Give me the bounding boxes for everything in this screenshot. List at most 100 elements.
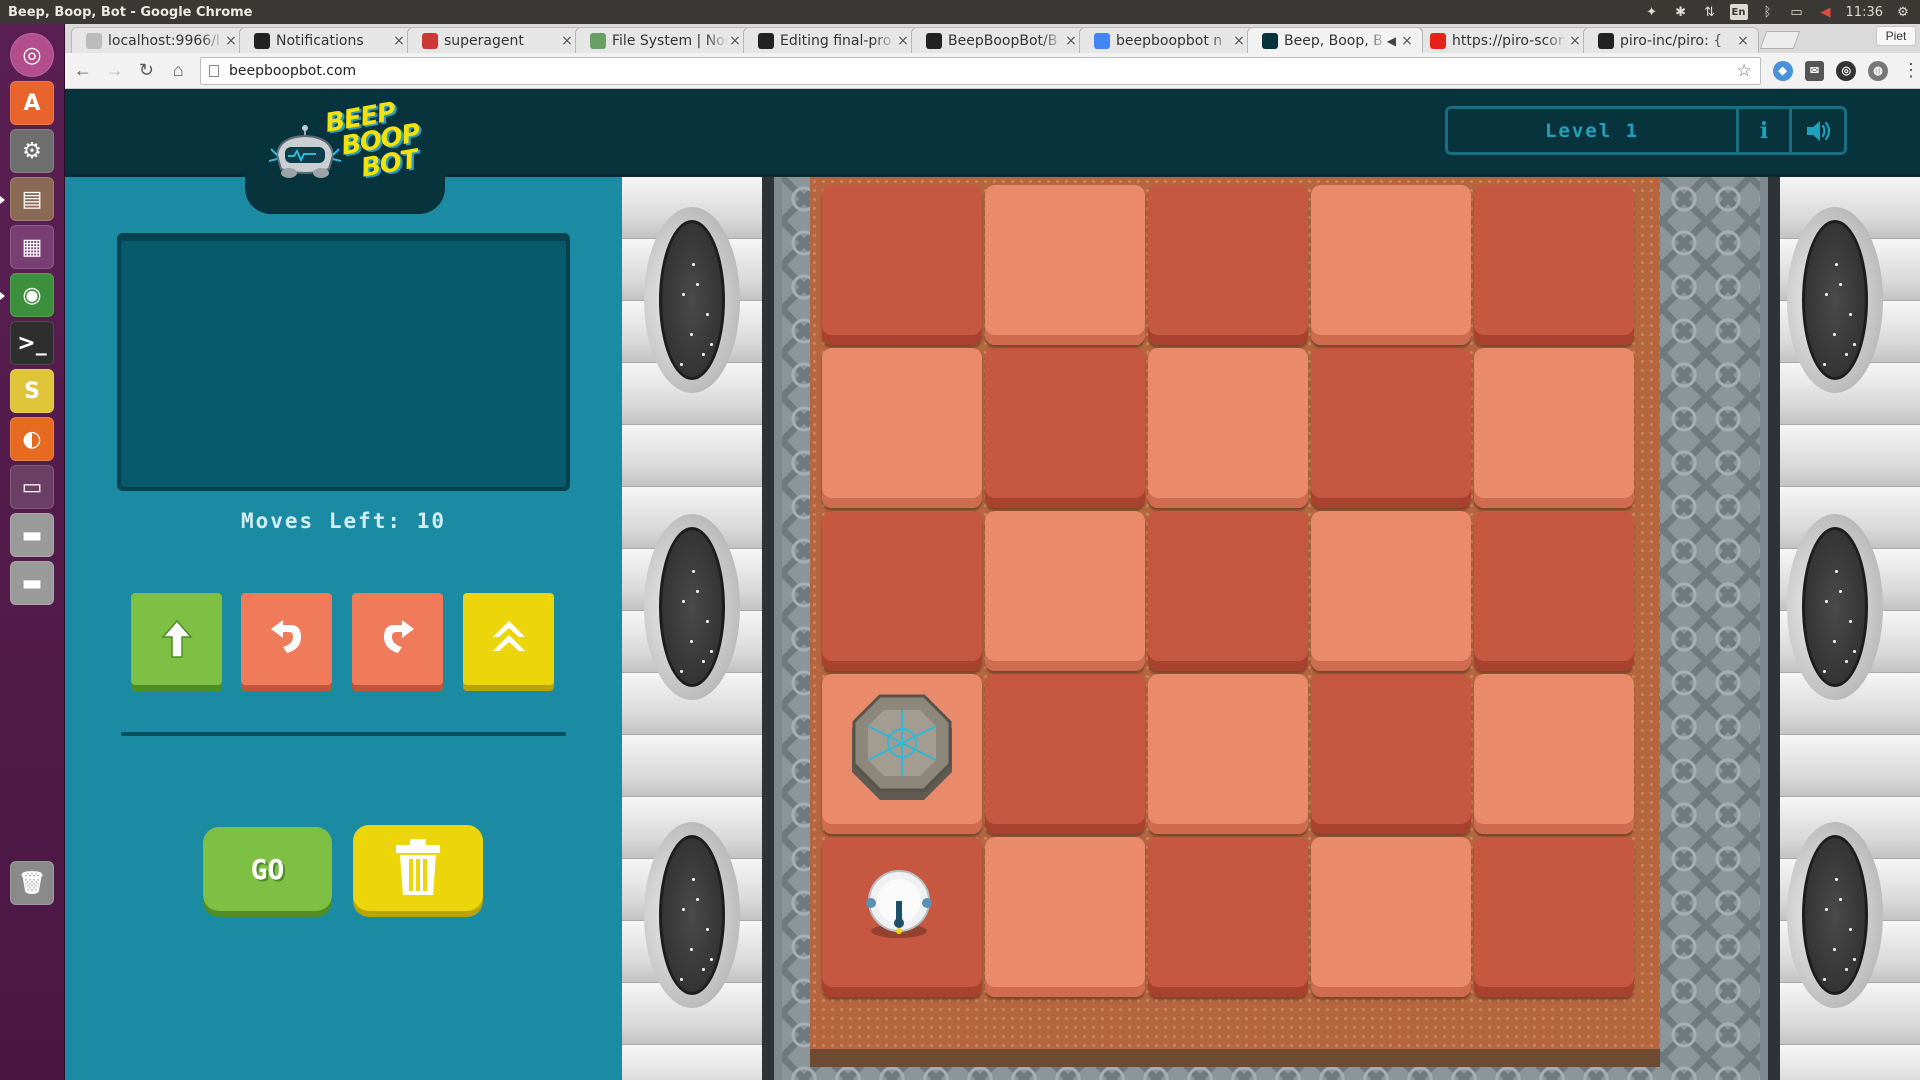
extension-icon-1[interactable]: ◆ — [1772, 60, 1793, 81]
github-favicon-icon — [254, 32, 270, 49]
tab-close-icon[interactable]: × — [224, 33, 238, 49]
slack-icon: S — [10, 369, 54, 413]
board-tile — [822, 348, 982, 508]
tab-close-icon[interactable]: × — [1232, 33, 1246, 49]
tab-audio-icon[interactable]: ◀ — [1387, 34, 1396, 48]
dropbox-icon[interactable]: ✦ — [1643, 4, 1661, 20]
keyboard-layout-indicator[interactable]: En — [1729, 4, 1748, 20]
browser-tab[interactable]: piro-inc/piro: { × — [1583, 27, 1759, 53]
reload-button[interactable]: ↻ — [133, 57, 161, 85]
portal-icon — [1787, 822, 1883, 1008]
session-gear-icon[interactable]: ⚙ — [1894, 4, 1912, 20]
browser-tab[interactable]: File System | Nod × — [575, 27, 751, 53]
chrome-menu-icon[interactable]: ⋮ — [1902, 60, 1920, 81]
info-button[interactable]: i — [1739, 109, 1792, 152]
board-tile — [1474, 837, 1634, 997]
workspace-switcher-launcher-item[interactable]: ▦ — [7, 222, 57, 272]
files-launcher-item[interactable]: ▤ — [7, 174, 57, 224]
tab-close-icon[interactable]: × — [728, 33, 742, 49]
address-bar[interactable]: beepboopbot.com ☆ — [200, 56, 1761, 85]
tab-title: File System | Nod — [612, 32, 728, 49]
back-button[interactable]: ← — [69, 57, 97, 85]
sidebar-divider — [121, 732, 566, 736]
drive-launcher-item[interactable]: ▬ — [7, 510, 57, 560]
turn-left-command-button[interactable] — [241, 593, 332, 685]
tab-close-icon[interactable]: × — [1064, 33, 1078, 49]
jump-command-button[interactable] — [463, 593, 554, 685]
files-icon: ▤ — [10, 177, 54, 221]
browser-tab[interactable]: Notifications × — [239, 27, 415, 53]
tab-title: piro-inc/piro: { — [1620, 32, 1723, 49]
browser-tab[interactable]: superagent × — [407, 27, 583, 53]
tab-title: beepboopbot n — [1116, 32, 1223, 49]
turn-right-command-button[interactable] — [352, 593, 443, 685]
program-queue[interactable] — [117, 233, 570, 491]
go-button[interactable]: GO — [203, 827, 332, 911]
clock[interactable]: 11:36 — [1846, 5, 1883, 20]
trash-icon — [396, 839, 440, 895]
game-logo[interactable]: BEEP BOOP BOT — [245, 89, 445, 214]
double-chevron-up-icon — [492, 621, 525, 651]
settings-daemon-icon[interactable]: ✱ — [1672, 4, 1690, 20]
tab-close-icon[interactable]: × — [1736, 33, 1750, 49]
tab-close-icon[interactable]: × — [896, 33, 910, 49]
portal-hole — [1802, 835, 1868, 995]
network-icon[interactable]: ⇅ — [1701, 4, 1719, 20]
browser-tab[interactable]: localhost:9966/l × — [71, 27, 247, 53]
game-board — [810, 177, 1660, 1067]
star-dot — [1835, 570, 1838, 573]
chrome-launcher-item[interactable]: ◉ — [7, 270, 57, 320]
system-settings-launcher-item[interactable]: ⚙ — [7, 126, 57, 176]
battery-icon[interactable]: ▭ — [1788, 4, 1806, 20]
drive-icon-2-launcher-item[interactable]: ▬ — [7, 558, 57, 608]
bluetooth-icon[interactable]: ᛒ — [1759, 4, 1777, 20]
star-dot — [1839, 283, 1842, 286]
browser-tab[interactable]: Beep, Boop, B ◀ × — [1247, 27, 1423, 53]
new-tab-button[interactable] — [1759, 31, 1801, 49]
star-dot — [1849, 313, 1852, 316]
game-board-area — [622, 177, 1920, 1080]
star-dot — [692, 263, 695, 266]
forward-command-button[interactable] — [131, 593, 222, 685]
drive-icon-2: ▬ — [10, 561, 54, 605]
github-favicon-icon — [1598, 32, 1614, 49]
beepboop-favicon-icon — [1262, 32, 1278, 49]
star-dot — [1839, 898, 1842, 901]
browser-toolbar: ← → ↻ ⌂ beepboopbot.com ☆ ◆ ✉ ◎ ◍ ⋮ — [65, 53, 1920, 89]
tab-strip: localhost:9966/l × Notifications × superagen… — [65, 24, 1920, 53]
volume-muted-icon[interactable]: ◀ — [1817, 4, 1835, 20]
firefox-launcher-item[interactable]: ◐ — [7, 414, 57, 464]
star-dot — [706, 313, 709, 316]
window-launcher-item[interactable]: ▭ — [7, 462, 57, 512]
software-center-launcher-item[interactable]: A — [7, 78, 57, 128]
extension-icon-4[interactable]: ◍ — [1868, 60, 1888, 81]
tab-close-icon[interactable]: × — [560, 33, 574, 49]
star-dot — [1825, 293, 1828, 296]
tab-close-icon[interactable]: × — [1568, 33, 1582, 49]
slack-launcher-item[interactable]: S — [7, 366, 57, 416]
browser-tab[interactable]: beepboopbot n × — [1079, 27, 1255, 53]
tab-close-icon[interactable]: × — [392, 33, 406, 49]
trash-launcher-item[interactable]: 🗑 — [7, 858, 57, 908]
running-app-indicator — [0, 292, 5, 300]
portal-icon — [644, 207, 740, 393]
ubuntu-dash-launcher-item[interactable]: ◎ — [7, 30, 57, 80]
extension-icon-3[interactable]: ◎ — [1836, 60, 1857, 81]
tab-title: superagent — [444, 32, 524, 49]
tab-close-icon[interactable]: × — [1400, 33, 1414, 49]
browser-tab[interactable]: https://piro-scor × — [1415, 27, 1591, 53]
star-dot — [682, 908, 685, 911]
profile-button[interactable]: Piet — [1876, 26, 1916, 46]
forward-button[interactable]: → — [101, 57, 129, 85]
clear-program-button[interactable] — [353, 825, 483, 911]
bookmark-star-icon[interactable]: ☆ — [1737, 61, 1760, 81]
browser-tab[interactable]: Editing final-pro × — [743, 27, 919, 53]
home-button[interactable]: ⌂ — [164, 57, 192, 85]
tabs: localhost:9966/l × Notifications × superagen… — [71, 24, 1759, 53]
sound-button[interactable] — [1792, 109, 1844, 152]
terminal-launcher-item[interactable]: >_ — [7, 318, 57, 368]
extension-icon-2[interactable]: ✉ — [1804, 60, 1825, 81]
browser-tab[interactable]: BeepBoopBot/B × — [911, 27, 1087, 53]
portal-hole — [659, 527, 725, 687]
star-dot — [680, 363, 683, 366]
